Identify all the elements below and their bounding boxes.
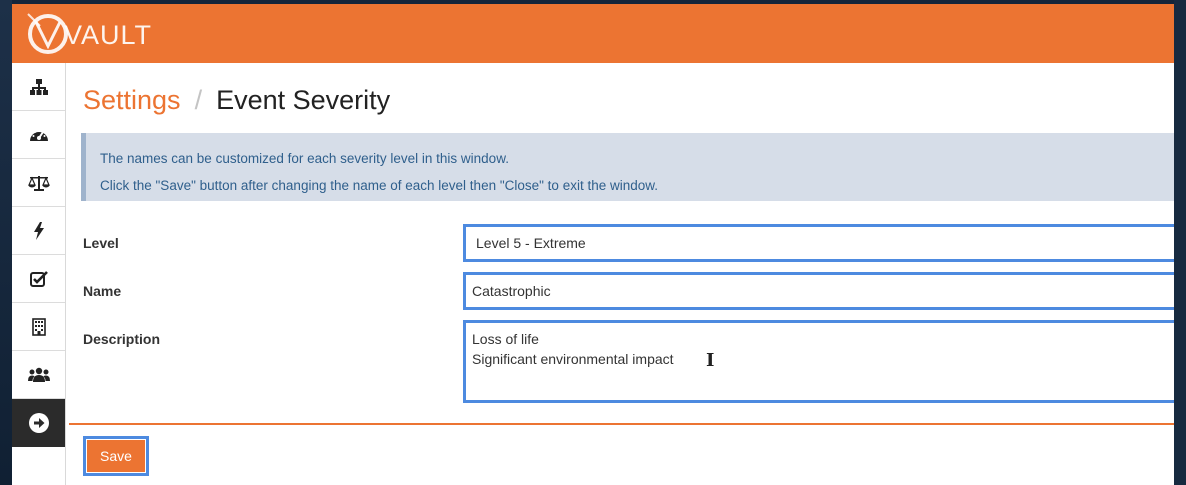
description-line-1: Loss of life: [472, 331, 539, 347]
arrow-circle-right-icon: [28, 412, 49, 433]
sidebar-item-organization[interactable]: [12, 63, 65, 111]
level-label: Level: [83, 235, 119, 251]
sidebar-item-events[interactable]: [12, 207, 65, 255]
app-window: VAULT Settings / Event Severity The name…: [12, 4, 1174, 485]
logo-text: VAULT: [64, 20, 153, 50]
name-input-value: Catastrophic: [472, 283, 551, 299]
breadcrumb-separator: /: [194, 85, 203, 115]
top-header-bar: VAULT: [12, 4, 1174, 63]
description-textarea[interactable]: Loss of life Significant environmental i…: [463, 320, 1174, 403]
info-line-2: Click the "Save" button after changing t…: [100, 178, 658, 193]
check-square-icon: [29, 270, 48, 287]
info-alert: The names can be customized for each sev…: [81, 133, 1174, 201]
sidebar-item-dashboard[interactable]: [12, 111, 65, 159]
sidebar-nav: [12, 63, 66, 485]
sitemap-icon: [29, 78, 48, 95]
breadcrumb: Settings / Event Severity: [83, 85, 390, 116]
breadcrumb-settings-link[interactable]: Settings: [83, 85, 181, 115]
text-cursor-icon: I: [706, 350, 715, 371]
info-line-1: The names can be customized for each sev…: [100, 151, 509, 166]
bolt-icon: [33, 221, 44, 240]
desktop-background-left: [0, 0, 12, 485]
level-select[interactable]: Level 5 - Extreme: [463, 224, 1174, 262]
sidebar-item-settings[interactable]: [12, 399, 65, 447]
page-title: Event Severity: [216, 85, 391, 115]
description-line-2: Significant environmental impact: [472, 351, 674, 367]
building-icon: [31, 317, 46, 336]
sidebar-item-tasks[interactable]: [12, 255, 65, 303]
dashboard-gauge-icon: [29, 129, 48, 141]
sidebar-item-facilities[interactable]: [12, 303, 65, 351]
save-button-label: Save: [86, 439, 146, 473]
desktop-background-right: [1174, 0, 1186, 485]
description-label: Description: [83, 331, 161, 347]
save-button[interactable]: Save: [83, 436, 149, 476]
vault-logo[interactable]: VAULT: [26, 8, 151, 58]
users-icon: [27, 367, 50, 382]
form-divider: [69, 423, 1174, 425]
name-label: Name: [83, 283, 122, 299]
level-select-value: Level 5 - Extreme: [476, 235, 586, 251]
sidebar-item-users[interactable]: [12, 351, 65, 399]
name-input[interactable]: Catastrophic: [463, 272, 1174, 310]
balance-scale-icon: [27, 175, 50, 191]
main-content: Settings / Event Severity The names can be…: [67, 63, 1174, 485]
sidebar-item-compliance[interactable]: [12, 159, 65, 207]
